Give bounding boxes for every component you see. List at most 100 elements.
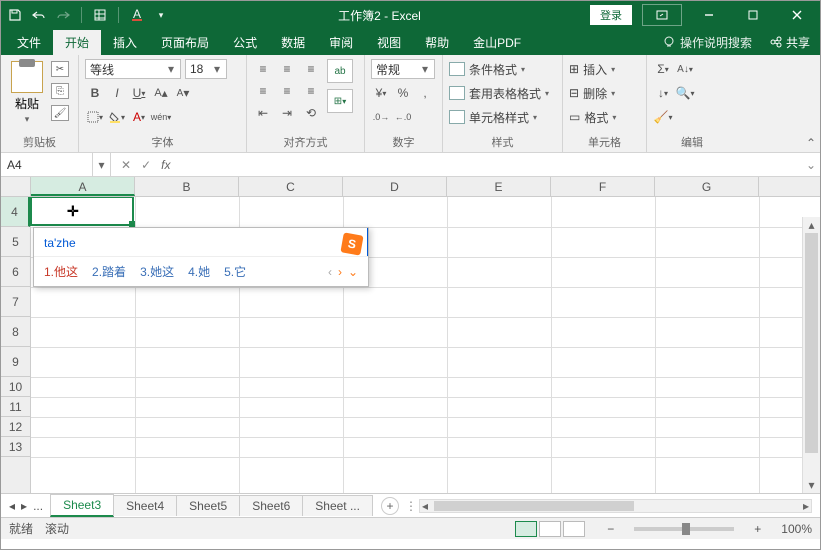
conditional-format-button[interactable]: 条件格式▾: [449, 59, 525, 79]
zoom-in-button[interactable]: +: [754, 522, 761, 536]
font-size-combo[interactable]: 18▾: [185, 59, 227, 79]
share-button[interactable]: 共享: [770, 34, 810, 51]
zoom-thumb[interactable]: [682, 523, 690, 535]
paste-button[interactable]: 粘贴 ▾: [7, 59, 47, 127]
qat-dropdown-icon[interactable]: ▾: [153, 7, 169, 23]
tab-pdf[interactable]: 金山PDF: [461, 30, 533, 55]
align-top-button[interactable]: ≡: [253, 59, 273, 79]
add-sheet-button[interactable]: +: [381, 497, 399, 515]
zoom-slider[interactable]: [634, 527, 734, 531]
col-header-G[interactable]: G: [655, 177, 759, 196]
wrap-text-button[interactable]: ab: [327, 59, 353, 83]
currency-button[interactable]: ¥▾: [371, 83, 391, 103]
table-icon[interactable]: [92, 7, 108, 23]
format-cells-button[interactable]: ▭格式▾: [569, 107, 616, 127]
sheet-tab-Sheet6[interactable]: Sheet6: [239, 495, 303, 516]
sheet-tab-Sheet5[interactable]: Sheet5: [176, 495, 240, 516]
increase-indent-button[interactable]: ⇥: [277, 103, 297, 123]
ime-candidate-5[interactable]: 5.它: [224, 263, 246, 280]
row-header-6[interactable]: 6: [1, 257, 30, 287]
font-name-combo[interactable]: 等线▾: [85, 59, 181, 79]
col-header-E[interactable]: E: [447, 177, 551, 196]
row-header-11[interactable]: 11: [1, 397, 30, 417]
ime-candidate-4[interactable]: 4.她: [188, 263, 210, 280]
tab-layout[interactable]: 页面布局: [149, 30, 221, 55]
row-header-8[interactable]: 8: [1, 317, 30, 347]
col-header-F[interactable]: F: [551, 177, 655, 196]
tab-home[interactable]: 开始: [53, 30, 101, 55]
undo-icon[interactable]: [31, 7, 47, 23]
sheet-nav-last-icon[interactable]: ▸: [21, 499, 27, 513]
number-format-combo[interactable]: 常规▾: [371, 59, 435, 79]
bold-button[interactable]: B: [85, 83, 105, 103]
zoom-out-button[interactable]: −: [607, 522, 614, 536]
align-left-button[interactable]: ≡: [253, 81, 273, 101]
login-button[interactable]: 登录: [590, 5, 632, 25]
active-cell[interactable]: [30, 197, 134, 226]
cell-styles-button[interactable]: 单元格样式▾: [449, 107, 537, 127]
col-header-D[interactable]: D: [343, 177, 447, 196]
tab-file[interactable]: 文件: [5, 30, 53, 55]
merge-button[interactable]: ⊞▾: [327, 89, 353, 113]
page-layout-view-button[interactable]: [539, 521, 561, 537]
ime-candidate-3[interactable]: 3.她这: [140, 263, 174, 280]
decrease-font-button[interactable]: A▾: [173, 83, 193, 103]
underline-button[interactable]: U▾: [129, 83, 149, 103]
phonetic-button[interactable]: wén▾: [151, 107, 171, 127]
col-header-C[interactable]: C: [239, 177, 343, 196]
decrease-decimal-button[interactable]: ←.0: [393, 107, 413, 127]
minimize-button[interactable]: [692, 4, 726, 26]
decrease-indent-button[interactable]: ⇤: [253, 103, 273, 123]
tell-me-search[interactable]: 操作说明搜索: [662, 34, 752, 51]
collapse-ribbon-icon[interactable]: ⌃: [806, 136, 816, 150]
tab-formulas[interactable]: 公式: [221, 30, 269, 55]
ime-candidate-2[interactable]: 2.踏着: [92, 263, 126, 280]
tab-help[interactable]: 帮助: [413, 30, 461, 55]
cut-icon[interactable]: ✂: [51, 61, 69, 77]
hscroll-thumb[interactable]: [434, 501, 634, 511]
sheet-tab-more[interactable]: Sheet ...: [302, 495, 373, 516]
align-middle-button[interactable]: ≡: [277, 59, 297, 79]
orientation-button[interactable]: ⟲: [301, 103, 321, 123]
align-center-button[interactable]: ≡: [277, 81, 297, 101]
expand-formula-bar-icon[interactable]: ⌄: [802, 158, 820, 172]
accept-formula-icon[interactable]: ✓: [141, 158, 151, 172]
scroll-right-icon[interactable]: ▸: [803, 499, 809, 513]
save-icon[interactable]: [7, 7, 23, 23]
clear-button[interactable]: 🧹▾: [653, 107, 673, 127]
comma-button[interactable]: ,: [415, 83, 435, 103]
sheet-nav-more[interactable]: ...: [33, 499, 43, 513]
row-header-10[interactable]: 10: [1, 377, 30, 397]
format-painter-icon[interactable]: 🖌: [51, 105, 69, 121]
fill-button[interactable]: ↓▾: [653, 83, 673, 103]
row-header-4[interactable]: 4: [1, 197, 30, 227]
autosum-button[interactable]: Σ▾: [653, 59, 673, 79]
delete-cells-button[interactable]: ⊟删除▾: [569, 83, 615, 103]
fill-color-button[interactable]: ▾: [107, 107, 127, 127]
row-header-9[interactable]: 9: [1, 347, 30, 377]
copy-icon[interactable]: ⎘: [51, 83, 69, 99]
ime-next-icon[interactable]: ›: [338, 265, 342, 279]
page-break-view-button[interactable]: [563, 521, 585, 537]
find-button[interactable]: 🔍▾: [675, 83, 695, 103]
italic-button[interactable]: I: [107, 83, 127, 103]
normal-view-button[interactable]: [515, 521, 537, 537]
scroll-left-icon[interactable]: ◂: [422, 499, 428, 513]
increase-font-button[interactable]: A▴: [151, 83, 171, 103]
ime-prev-icon[interactable]: ‹: [328, 265, 332, 279]
tab-view[interactable]: 视图: [365, 30, 413, 55]
formula-input[interactable]: [180, 153, 802, 176]
tab-review[interactable]: 审阅: [317, 30, 365, 55]
horizontal-scrollbar[interactable]: ◂ ▸: [419, 499, 812, 513]
sheet-tab-Sheet3[interactable]: Sheet3: [50, 494, 114, 517]
scroll-up-icon[interactable]: ▴: [803, 217, 820, 233]
vertical-scrollbar[interactable]: ▴ ▾: [802, 217, 820, 493]
cancel-formula-icon[interactable]: ✕: [121, 158, 131, 172]
zoom-level[interactable]: 100%: [781, 522, 812, 536]
scroll-down-icon[interactable]: ▾: [803, 477, 820, 493]
fx-icon[interactable]: fx: [161, 158, 170, 172]
sort-filter-button[interactable]: A↓▾: [675, 59, 695, 79]
row-header-5[interactable]: 5: [1, 227, 30, 257]
ime-menu-icon[interactable]: ⌄: [348, 265, 358, 279]
align-right-button[interactable]: ≡: [301, 81, 321, 101]
